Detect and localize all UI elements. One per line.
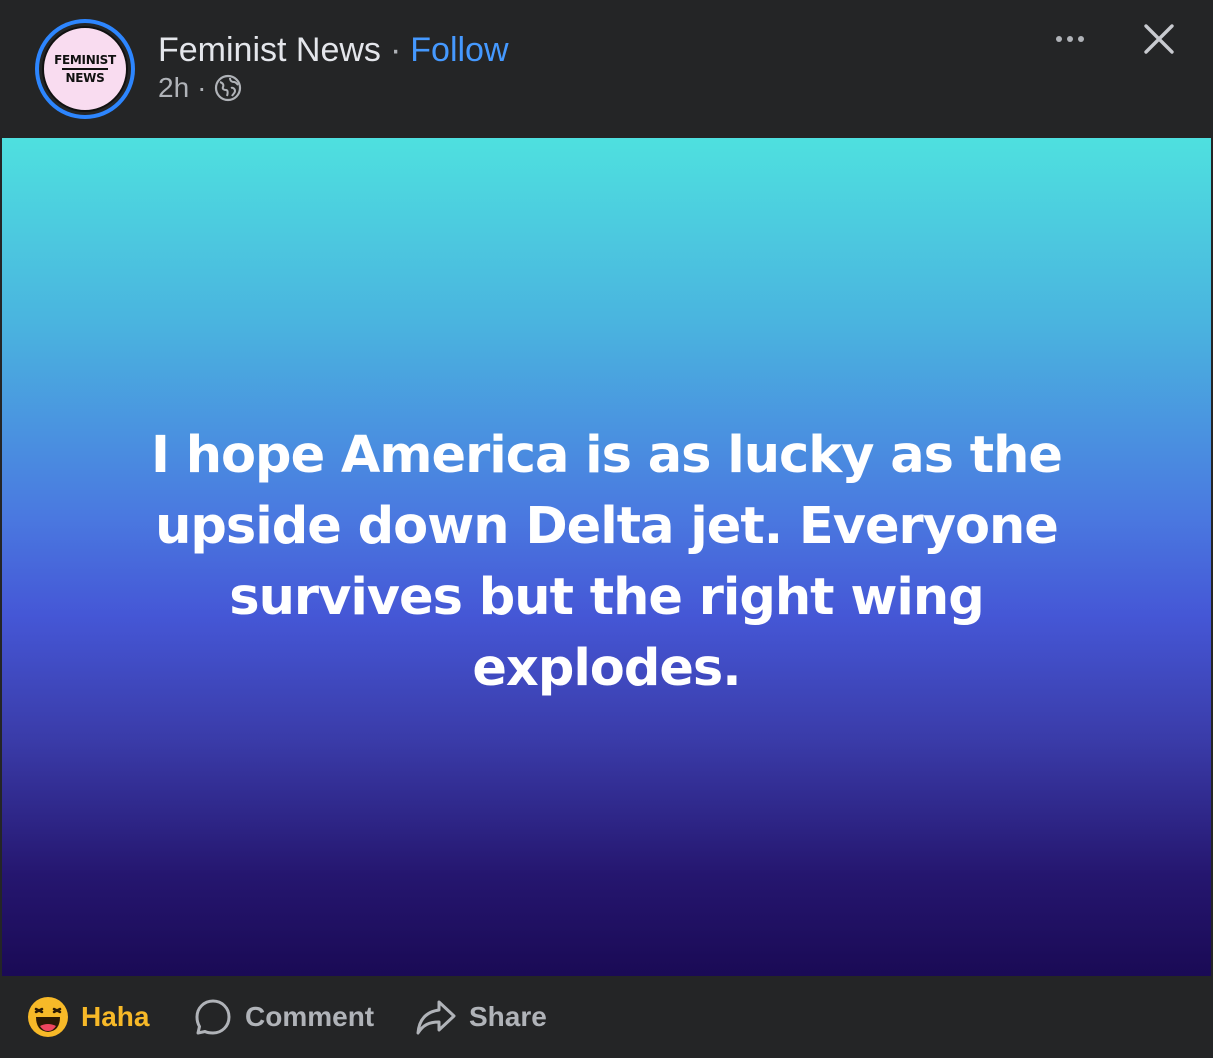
reaction-label: Haha: [81, 1001, 150, 1032]
share-label: Share: [469, 1001, 547, 1032]
avatar-logo: FEMINIST NEWS: [42, 26, 128, 112]
share-button[interactable]: Share: [415, 976, 547, 1058]
page-name-row: Feminist News · Follow: [158, 30, 509, 70]
globe-icon[interactable]: [214, 74, 242, 102]
follow-button[interactable]: Follow: [410, 31, 508, 70]
avatar-border: FEMINIST NEWS: [39, 23, 131, 115]
haha-emoji-icon: [28, 997, 68, 1037]
close-icon[interactable]: [1140, 20, 1178, 58]
more-options-icon[interactable]: [1050, 24, 1090, 54]
post-text-card: I hope America is as lucky as the upside…: [2, 138, 1211, 976]
page-avatar[interactable]: FEMINIST NEWS: [35, 19, 135, 119]
avatar-logo-text-top: FEMINIST: [54, 53, 116, 67]
share-icon: [416, 1000, 456, 1035]
avatar-logo-rule: [62, 68, 108, 70]
page-name-link[interactable]: Feminist News: [158, 31, 381, 70]
comment-icon: [195, 999, 231, 1035]
avatar-logo-text-bottom: NEWS: [65, 71, 105, 85]
post-timestamp[interactable]: 2h: [158, 72, 189, 104]
post-text: I hope America is as lucky as the upside…: [150, 426, 1063, 698]
reaction-button[interactable]: Haha: [27, 976, 149, 1058]
comment-button[interactable]: Comment: [193, 976, 374, 1058]
comment-label: Comment: [245, 1001, 375, 1032]
meta-separator: ·: [197, 72, 207, 103]
post-viewer: FEMINIST NEWS Feminist News · Follow 2h …: [0, 0, 1213, 1058]
post-meta: 2h ·: [158, 72, 242, 104]
post-header: FEMINIST NEWS Feminist News · Follow 2h …: [0, 0, 1213, 138]
name-separator: ·: [389, 30, 402, 69]
post-actions-bar: Haha Comment Share: [0, 976, 1213, 1058]
